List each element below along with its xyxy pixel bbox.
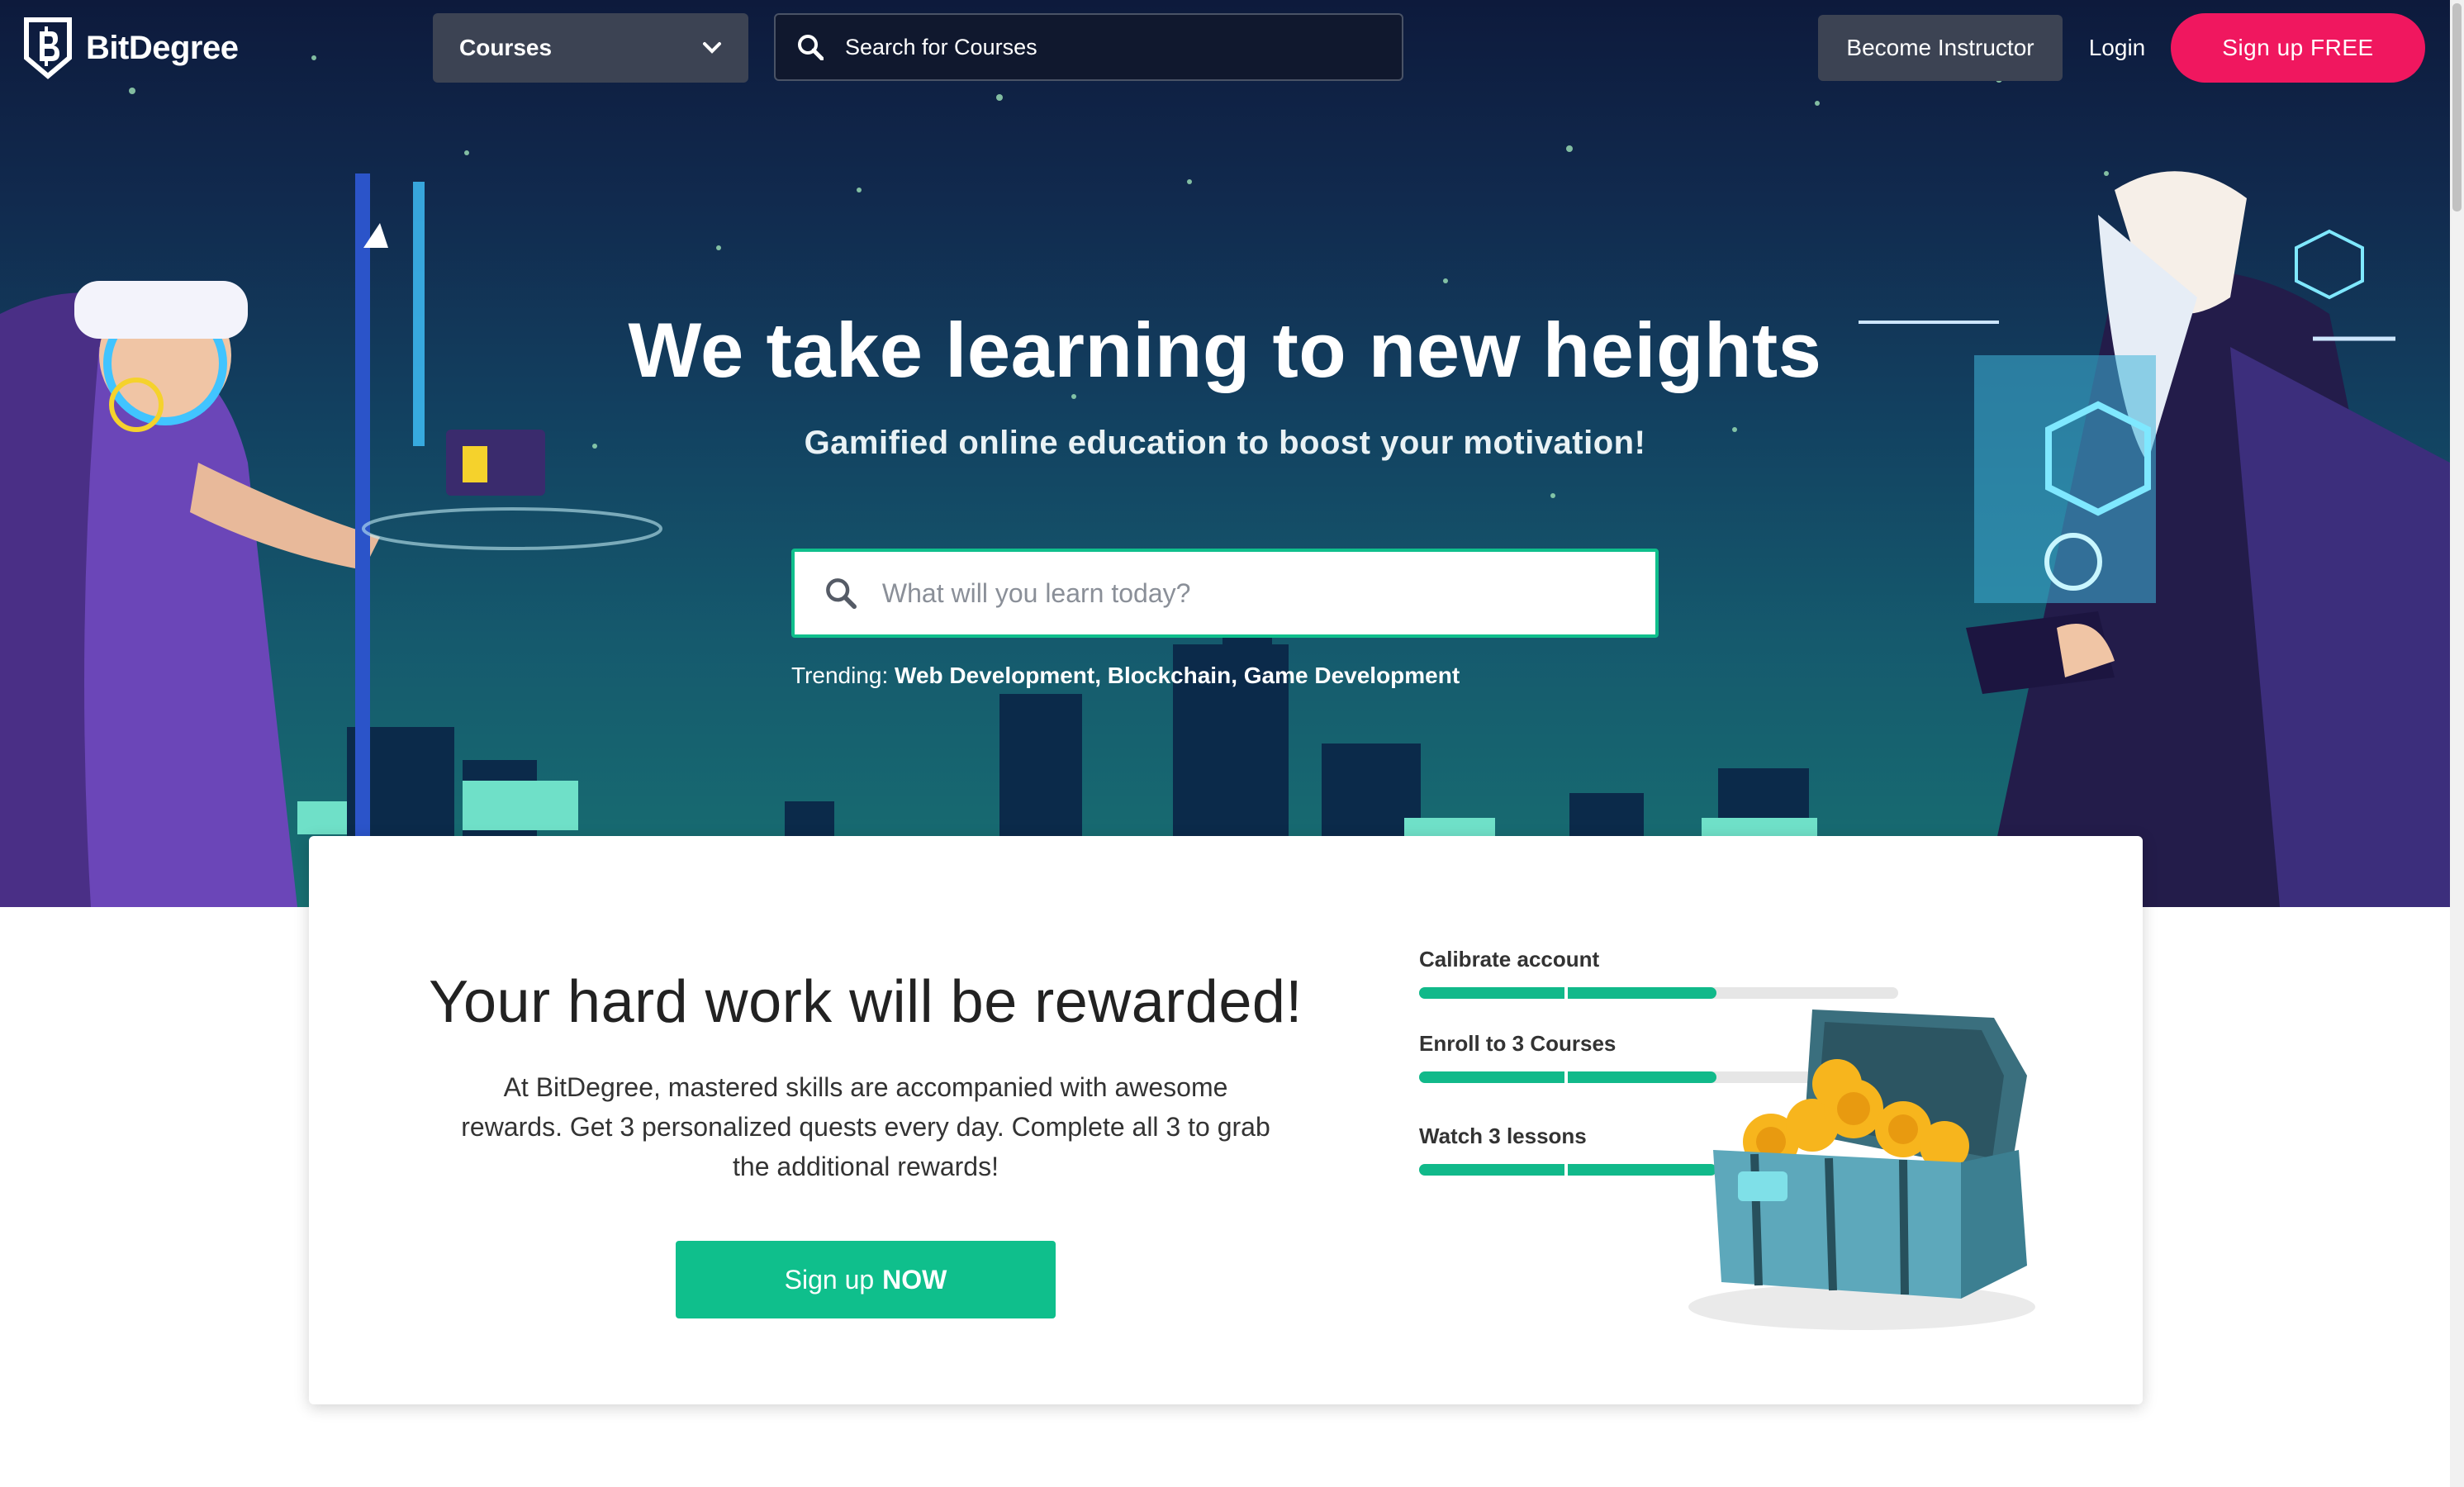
hero-search-box — [791, 549, 1659, 638]
hero-search-input[interactable] — [880, 577, 1626, 610]
treasure-chest-icon — [1688, 1010, 2035, 1330]
quest-label: Calibrate account — [1419, 947, 1600, 972]
scrollbar-thumb[interactable] — [2452, 3, 2462, 211]
trending-label: Trending: — [791, 663, 889, 688]
trending-link-game-development[interactable]: Game Development — [1244, 663, 1460, 688]
search-icon[interactable] — [797, 34, 824, 60]
signup-now-prefix: Sign up — [784, 1264, 875, 1295]
rewards-card: Your hard work will be rewarded! At BitD… — [309, 836, 2143, 1404]
nav-search-input[interactable] — [843, 33, 1359, 61]
courses-dropdown-label: Courses — [459, 35, 553, 60]
page-scrollbar[interactable] — [2450, 0, 2464, 1487]
nav-search-box — [774, 13, 1403, 81]
hero-title: We take learning to new heights — [628, 306, 1822, 393]
signup-now-button[interactable]: Sign up NOW — [676, 1241, 1056, 1318]
chevron-down-icon — [703, 42, 721, 54]
search-icon[interactable] — [824, 577, 857, 610]
trending-topics: Trending: Web Development, Blockchain, G… — [791, 663, 1460, 688]
bitdegree-shield-logo-icon — [24, 17, 72, 79]
brand-name: BitDegree — [86, 29, 239, 66]
signup-now-emphasis: NOW — [882, 1264, 947, 1295]
brand-logo[interactable]: BitDegree — [23, 17, 239, 79]
hero-subtitle: Gamified online education to boost your … — [804, 425, 1646, 461]
login-button[interactable]: Login — [2073, 15, 2161, 81]
top-navbar: BitDegree Courses Become Instructor Logi… — [0, 0, 2450, 95]
trending-link-web-development[interactable]: Web Development — [895, 663, 1094, 688]
courses-dropdown[interactable]: Courses — [433, 13, 748, 83]
become-instructor-button[interactable]: Become Instructor — [1818, 15, 2063, 81]
rewards-description: At BitDegree, mastered skills are accomp… — [461, 1072, 1270, 1181]
signup-free-button[interactable]: Sign up FREE — [2171, 13, 2425, 83]
trending-link-blockchain[interactable]: Blockchain — [1108, 663, 1231, 688]
hero-section: BitDegree Courses Become Instructor Logi… — [0, 0, 2450, 907]
rewards-title: Your hard work will be rewarded! — [429, 969, 1303, 1035]
